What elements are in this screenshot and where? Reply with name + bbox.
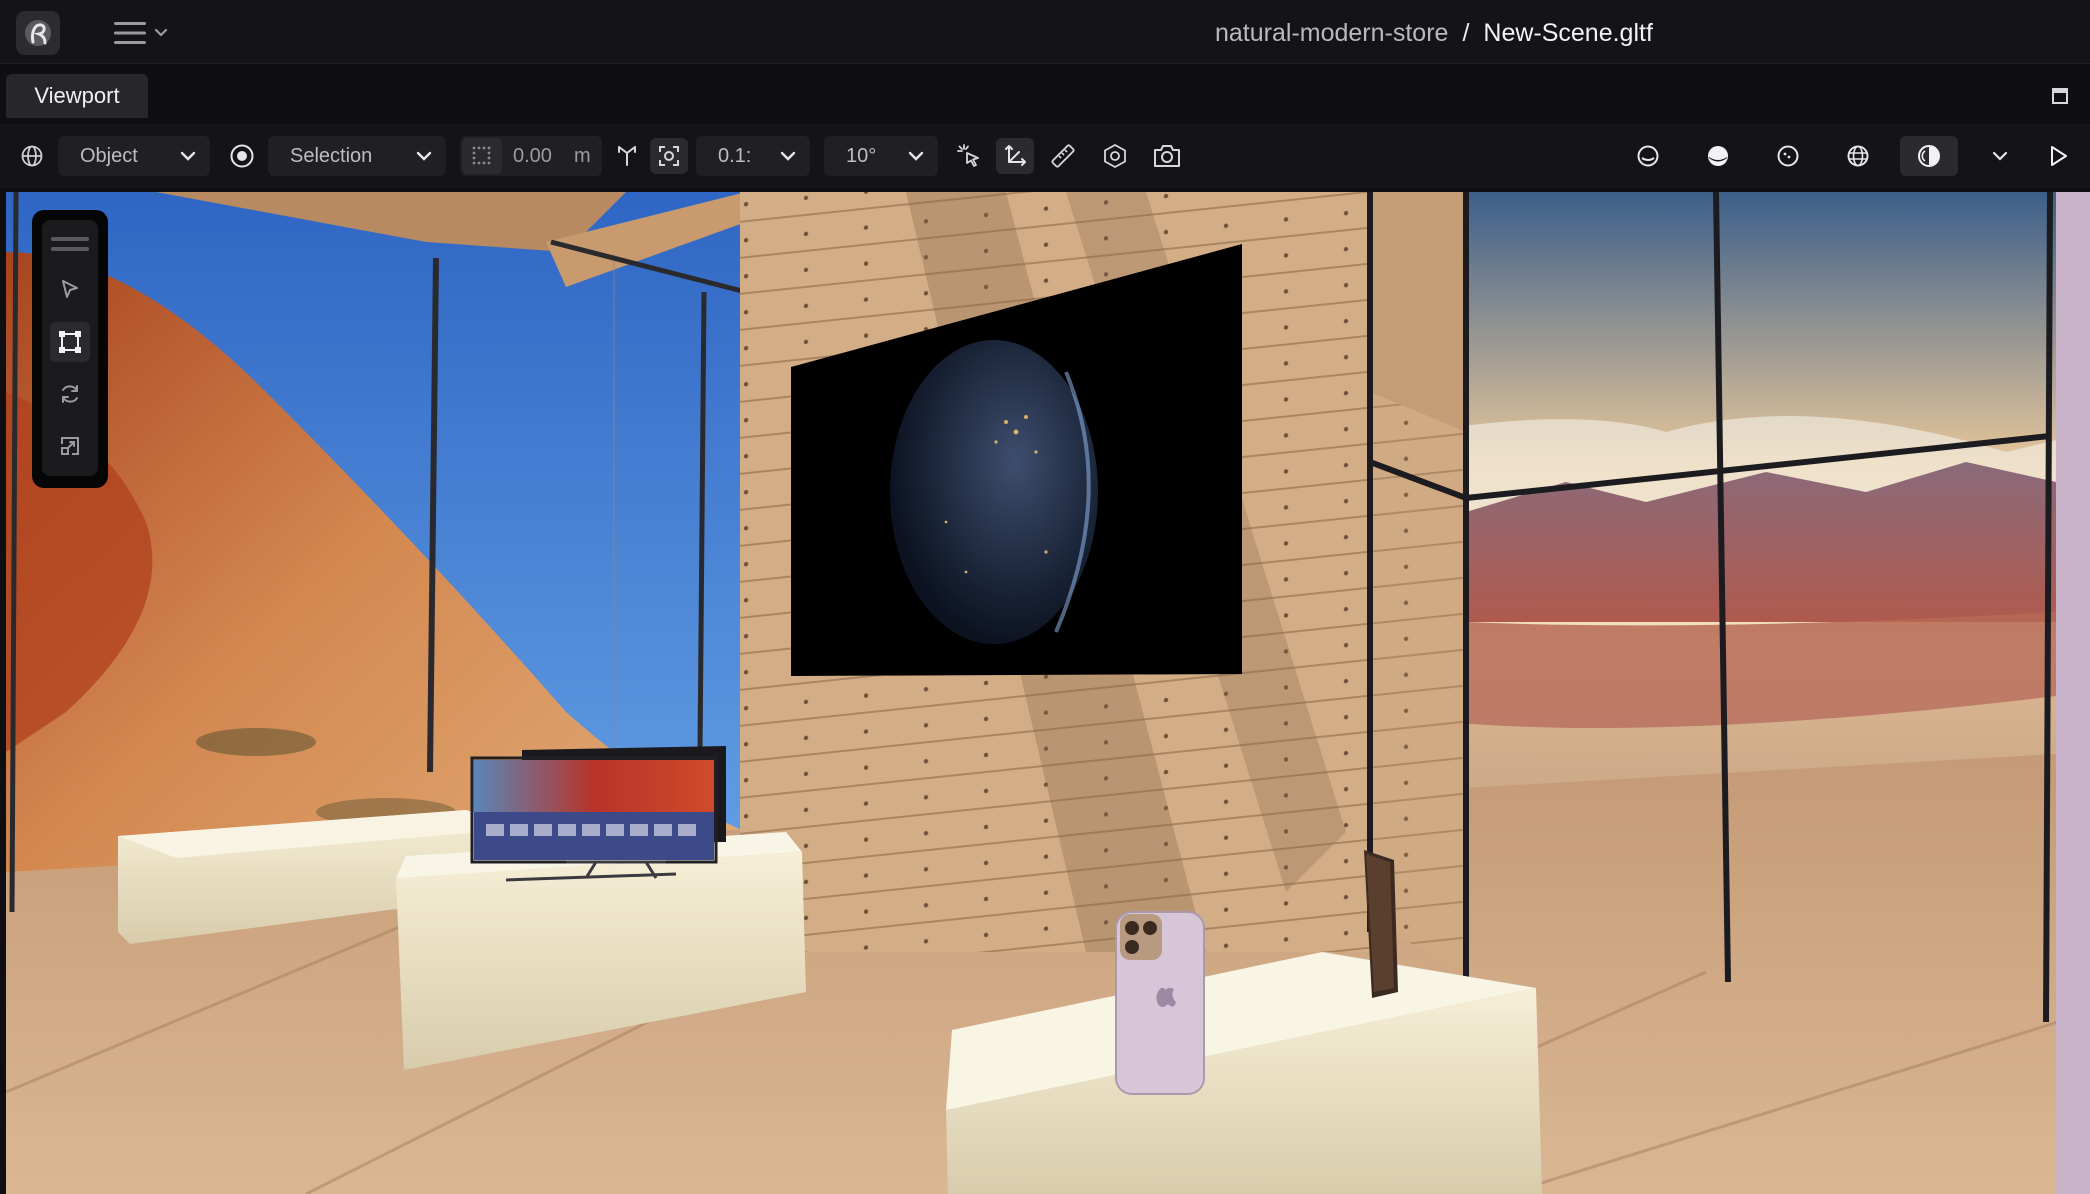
pointer-tool-button[interactable] [952, 140, 986, 172]
chevron-down-icon [416, 151, 432, 161]
maximize-panel-button[interactable] [2048, 84, 2072, 108]
app-logo[interactable] [16, 11, 60, 55]
atom-cube-icon [1104, 143, 1126, 169]
transform-space-button[interactable] [14, 142, 50, 170]
globe-icon [21, 145, 43, 167]
snap-mode-button[interactable] [610, 140, 644, 172]
wireframe-shading-button[interactable] [1632, 140, 1664, 172]
breadcrumb-project[interactable]: natural-modern-store [1215, 19, 1448, 48]
solid-shading-button[interactable] [1702, 140, 1734, 172]
ruler-icon [1051, 144, 1075, 168]
scale-tool-button[interactable] [50, 426, 90, 466]
move-tool-button[interactable] [50, 322, 90, 362]
chevron-down-icon [780, 151, 796, 161]
top-bar: natural-modern-store / New-Scene.gltf [0, 0, 2090, 64]
chevron-down-icon [180, 151, 196, 161]
physics-button[interactable] [1098, 140, 1132, 172]
material-shading-button[interactable] [1772, 140, 1804, 172]
bounding-box-icon [59, 331, 81, 353]
rotate-tool-button[interactable] [50, 374, 90, 414]
maximize-icon [2052, 88, 2068, 104]
pivot-mode-value: Selection [290, 144, 373, 167]
transform-axis-button[interactable] [996, 138, 1034, 174]
scene-render[interactable] [6, 192, 2090, 1194]
rendered-shading-button[interactable] [1900, 136, 1958, 176]
breadcrumb-file[interactable]: New-Scene.gltf [1483, 19, 1653, 48]
axis-icon [1005, 145, 1026, 166]
logo-icon [25, 20, 51, 46]
3d-viewport[interactable] [6, 192, 2090, 1194]
focus-icon [659, 146, 679, 166]
rotation-snap-select[interactable]: 10° [824, 136, 938, 176]
panel-tab-bar: Viewport [0, 66, 2090, 124]
measure-tool-button[interactable] [1046, 140, 1080, 172]
wire-overlay-button[interactable] [1842, 140, 1874, 172]
camera-icon [1154, 145, 1180, 167]
grid-icon [472, 146, 491, 165]
select-tool-button[interactable] [50, 270, 90, 310]
chevron-down-icon [908, 151, 924, 161]
tab-viewport[interactable]: Viewport [6, 74, 148, 118]
rotate-icon [62, 385, 78, 403]
tool-palette [32, 210, 108, 488]
main-menu-button[interactable] [112, 16, 174, 50]
pivot-button[interactable] [224, 142, 260, 170]
scale-icon [61, 437, 79, 455]
grid-snap-unit: m [574, 144, 591, 167]
rotation-snap-value: 10° [846, 144, 877, 167]
sphere-dotted-icon [1777, 145, 1799, 167]
drag-handle-icon[interactable] [51, 234, 89, 254]
hamburger-icon [114, 22, 146, 44]
sphere-outline-icon [1637, 145, 1659, 167]
viewport-toolbar: Object Selection 0.00 m 0.1: 10° [0, 124, 2090, 188]
grid-snap-value[interactable]: 0.00 [513, 136, 552, 176]
focus-selection-button[interactable] [650, 138, 688, 174]
breadcrumb: natural-modern-store / New-Scene.gltf [1215, 15, 1653, 51]
breadcrumb-separator: / [1462, 18, 1470, 47]
chevron-down-icon [1992, 151, 2008, 161]
play-icon [2051, 146, 2067, 166]
space-mode-select[interactable]: Object [58, 136, 210, 176]
target-icon [230, 144, 254, 168]
tool-palette-inner [42, 220, 98, 476]
translation-snap-select[interactable]: 0.1: [696, 136, 810, 176]
shading-options-button[interactable] [1986, 140, 2014, 172]
chevron-down-icon [154, 28, 168, 37]
contrast-sphere-icon [1918, 145, 1940, 167]
magnet-snap-icon [618, 146, 636, 166]
sphere-grid-icon [1847, 145, 1869, 167]
sphere-solid-icon [1708, 146, 1728, 166]
grid-snap-toggle[interactable] [462, 138, 502, 174]
play-button[interactable] [2040, 140, 2076, 172]
pointer-icon [62, 280, 78, 298]
pivot-mode-select[interactable]: Selection [268, 136, 446, 176]
space-mode-value: Object [80, 144, 138, 167]
screenshot-button[interactable] [1150, 140, 1184, 172]
translation-snap-value: 0.1: [718, 144, 752, 167]
cursor-sparkle-icon [957, 144, 979, 167]
